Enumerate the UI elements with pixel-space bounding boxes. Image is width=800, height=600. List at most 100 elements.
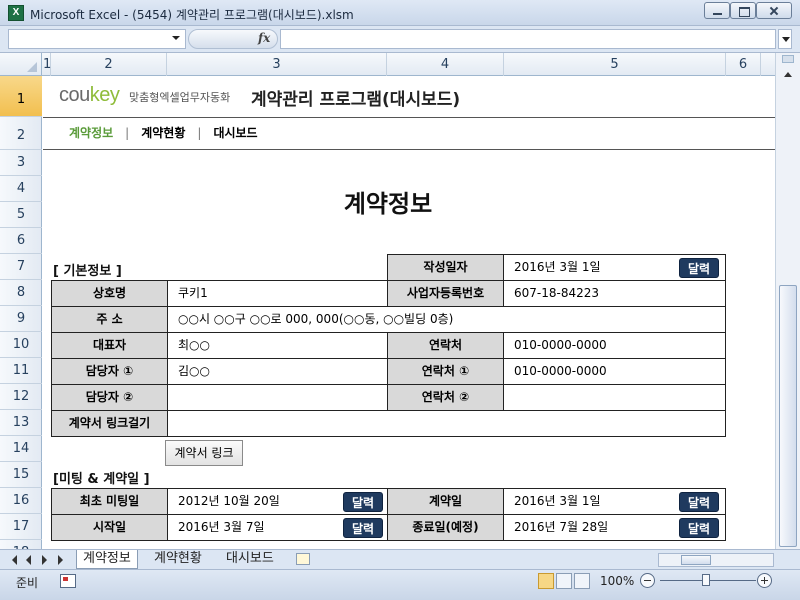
nav-link-contract-info[interactable]: 계약정보 [69, 124, 113, 141]
row-header[interactable]: 18 [0, 540, 42, 549]
manager1-label: 담당자 ① [51, 358, 168, 385]
logo-text-cou: cou [59, 84, 90, 106]
logo-text-key: key [89, 84, 120, 106]
column-header[interactable]: 5 [504, 53, 726, 76]
contact-value[interactable]: 010-0000-0000 [503, 332, 726, 359]
contact2-value[interactable] [503, 384, 726, 411]
row-header[interactable]: 7 [0, 254, 42, 280]
company-value[interactable]: 쿠키1 [167, 280, 388, 307]
insert-sheet-icon[interactable] [296, 553, 310, 565]
manager2-label: 담당자 ② [51, 384, 168, 411]
row-headers: 1 2 3 4 5 6 7 8 9 10 11 12 13 14 15 16 1… [0, 76, 42, 549]
vertical-scrollbar[interactable] [775, 53, 800, 549]
column-headers: 1 2 3 4 5 6 [0, 53, 775, 76]
coukey-logo: coukey [59, 84, 120, 107]
row-header[interactable]: 1 [0, 76, 42, 117]
link-value[interactable] [167, 410, 726, 437]
window-title: Microsoft Excel - (5454) 계약관리 프로그램(대시보드)… [30, 8, 354, 22]
minimize-button[interactable] [704, 2, 730, 19]
zoom-level[interactable]: 100% [600, 574, 634, 588]
divider [43, 149, 775, 150]
contact2-label: 연락처 ② [387, 384, 504, 411]
column-header[interactable]: 6 [726, 53, 761, 76]
nav-separator: | [197, 126, 202, 140]
zoom-slider-thumb[interactable] [702, 574, 710, 586]
macro-record-icon[interactable] [60, 574, 76, 588]
sheet-tab-contract-info[interactable]: 계약정보 [76, 550, 138, 569]
row-header[interactable]: 16 [0, 488, 42, 514]
scroll-up-arrow-icon[interactable] [780, 67, 796, 83]
horizontal-scrollbar[interactable] [658, 553, 774, 567]
sheet-tab-bar: 계약정보 계약현황 대시보드 [0, 549, 800, 569]
row-header[interactable]: 6 [0, 228, 42, 254]
end-date-calendar-button[interactable]: 달력 [679, 518, 719, 538]
row-header[interactable]: 2 [0, 117, 42, 150]
contract-date-label: 계약일 [387, 488, 504, 515]
row-header[interactable]: 3 [0, 150, 42, 176]
written-date-label: 작성일자 [387, 254, 504, 281]
row-header[interactable]: 13 [0, 410, 42, 436]
logo-subtitle: 맞춤형엑셀업무자동화 [129, 91, 231, 104]
zoom-out-icon[interactable] [640, 573, 655, 588]
nav-link-dashboard[interactable]: 대시보드 [213, 124, 257, 141]
contract-link-button[interactable]: 계약서 링크 [165, 440, 243, 466]
written-date-calendar-button[interactable]: 달력 [679, 258, 719, 278]
prev-sheet-icon[interactable] [26, 555, 31, 565]
name-box-dropdown-icon[interactable] [172, 36, 180, 40]
start-date-calendar-button[interactable]: 달력 [343, 518, 383, 538]
manager1-value[interactable]: 김○○ [167, 358, 388, 385]
select-all-corner[interactable] [0, 53, 42, 76]
formula-input[interactable] [280, 29, 776, 49]
sheet-tab-contract-status[interactable]: 계약현황 [148, 550, 208, 569]
first-meeting-label: 최초 미팅일 [51, 488, 168, 515]
contact-label: 연락처 [387, 332, 504, 359]
row-header[interactable]: 15 [0, 462, 42, 488]
row-header[interactable]: 4 [0, 176, 42, 202]
expand-formula-bar-button[interactable] [778, 29, 792, 49]
nav-separator: | [125, 126, 130, 140]
horizontal-scroll-thumb[interactable] [681, 555, 711, 565]
sheet-content: coukey 맞춤형엑셀업무자동화 계약관리 프로그램(대시보드) 계약정보 | 계… [43, 76, 775, 549]
program-title: 계약관리 프로그램(대시보드) [251, 90, 461, 110]
last-sheet-icon[interactable] [58, 555, 63, 565]
row-header[interactable]: 17 [0, 514, 42, 540]
row-header[interactable]: 8 [0, 280, 42, 306]
nav-link-contract-status[interactable]: 계약현황 [141, 124, 185, 141]
column-header[interactable]: 4 [387, 53, 504, 76]
manager2-value[interactable] [167, 384, 388, 411]
page-break-view-icon[interactable] [574, 573, 590, 589]
first-sheet-icon[interactable] [12, 555, 17, 565]
split-handle[interactable] [782, 55, 794, 63]
close-button[interactable] [756, 2, 792, 19]
normal-view-icon[interactable] [538, 573, 554, 589]
vertical-scroll-thumb[interactable] [779, 285, 797, 547]
status-bar: 준비 100% [0, 569, 800, 600]
excel-app-icon: X [8, 5, 24, 21]
section-label-meeting: [미팅 & 계약일 ] [53, 472, 150, 487]
contract-date-calendar-button[interactable]: 달력 [679, 492, 719, 512]
worksheet-grid: 1 2 3 4 5 6 1 2 3 4 5 6 7 8 9 10 11 12 1… [0, 53, 800, 549]
row-header[interactable]: 10 [0, 332, 42, 358]
address-value[interactable]: ○○시 ○○구 ○○로 000, 000(○○동, ○○빌딩 0층) [167, 306, 726, 333]
row-header[interactable]: 5 [0, 202, 42, 228]
bizno-value[interactable]: 607-18-84223 [503, 280, 726, 307]
maximize-button[interactable] [730, 2, 756, 19]
column-header[interactable]: 2 [51, 53, 167, 76]
row-header[interactable]: 11 [0, 358, 42, 384]
first-meeting-calendar-button[interactable]: 달력 [343, 492, 383, 512]
insert-function-icon[interactable]: fx [258, 31, 270, 45]
ceo-value[interactable]: 최○○ [167, 332, 388, 359]
sheet-tab-dashboard[interactable]: 대시보드 [220, 550, 280, 569]
start-date-label: 시작일 [51, 514, 168, 541]
column-header[interactable]: 1 [43, 53, 51, 76]
zoom-in-icon[interactable] [757, 573, 772, 588]
name-box[interactable] [8, 29, 186, 49]
row-header[interactable]: 12 [0, 384, 42, 410]
row-header[interactable]: 14 [0, 436, 42, 462]
row-header[interactable]: 9 [0, 306, 42, 332]
next-sheet-icon[interactable] [42, 555, 47, 565]
column-header[interactable]: 3 [167, 53, 387, 76]
ceo-label: 대표자 [51, 332, 168, 359]
contact1-value[interactable]: 010-0000-0000 [503, 358, 726, 385]
page-layout-view-icon[interactable] [556, 573, 572, 589]
